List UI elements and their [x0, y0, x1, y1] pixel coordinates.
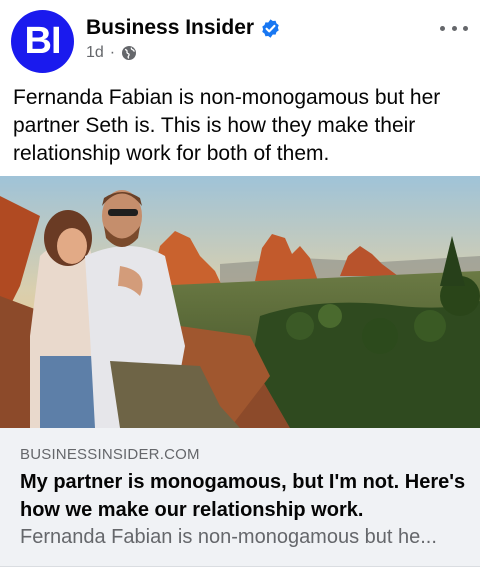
facebook-post: BI Business Insider 1d · Fernanda Fabian…	[0, 0, 480, 575]
link-title[interactable]: My partner is monogamous, but I'm not. H…	[20, 468, 470, 524]
link-preview-card[interactable]: BUSINESSINSIDER.COM My partner is monoga…	[0, 428, 480, 566]
page-avatar[interactable]: BI	[11, 10, 74, 73]
article-photo[interactable]	[0, 176, 480, 428]
verified-badge-icon	[262, 18, 279, 38]
meta-separator: ·	[109, 44, 116, 61]
post-header: BI Business Insider 1d ·	[0, 0, 480, 80]
page-name-row: Business Insider	[86, 16, 281, 40]
avatar-logo-text: BI	[24, 20, 62, 62]
more-horizontal-icon	[463, 25, 468, 31]
post-timestamp[interactable]: 1d	[86, 44, 104, 62]
globe-icon	[122, 46, 137, 60]
more-options-button[interactable]	[440, 18, 468, 38]
more-horizontal-icon	[440, 25, 445, 31]
link-domain: BUSINESSINSIDER.COM	[20, 446, 200, 463]
post-meta: 1d ·	[86, 44, 137, 62]
more-horizontal-icon	[451, 25, 457, 31]
page-name[interactable]: Business Insider	[86, 16, 254, 40]
divider	[0, 566, 480, 567]
link-description: Fernanda Fabian is non-monogamous but he…	[20, 526, 437, 548]
post-caption: Fernanda Fabian is non-monogamous but he…	[13, 86, 441, 165]
